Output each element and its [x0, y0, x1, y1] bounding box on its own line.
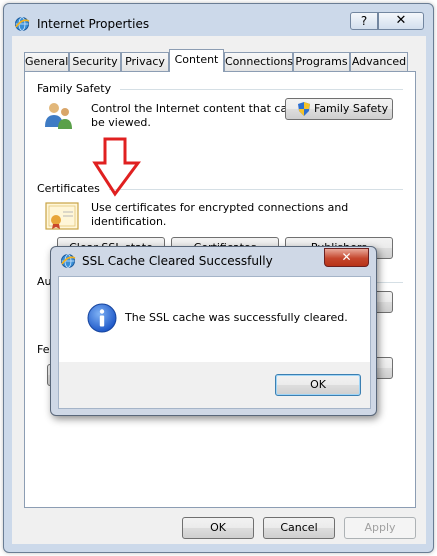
apply-button[interactable]: Apply	[344, 517, 416, 539]
title-bar: Internet Properties ? ✕	[4, 4, 433, 36]
family-safety-button[interactable]: Family Safety	[285, 98, 393, 120]
tab-advanced[interactable]: Advanced	[350, 52, 408, 71]
internet-explorer-icon	[15, 17, 30, 31]
dialog-close-button[interactable]: ✕	[324, 248, 369, 267]
dialog-title: SSL Cache Cleared Successfully	[82, 254, 273, 268]
window-title: Internet Properties	[37, 17, 150, 31]
tab-privacy[interactable]: Privacy	[121, 52, 169, 71]
family-safety-icon	[45, 103, 72, 129]
tab-connections[interactable]: Connections	[224, 52, 293, 71]
dialog-message-area: The SSL cache was successfully cleared.	[58, 276, 371, 362]
dialog-ok-button[interactable]: OK	[275, 374, 361, 396]
certificates-description: Use certificates for encrypted connectio…	[91, 201, 349, 228]
tab-security[interactable]: Security	[69, 52, 121, 71]
tab-general[interactable]: General	[24, 52, 69, 71]
annotation-arrow-icon	[92, 137, 141, 197]
tab-content[interactable]: Content	[169, 49, 224, 72]
ok-button[interactable]: OK	[182, 517, 254, 539]
certificates-divider	[109, 189, 403, 190]
dialog-message: The SSL cache was successfully cleared.	[125, 311, 348, 324]
internet-explorer-icon	[61, 254, 76, 268]
help-button[interactable]: ?	[350, 12, 378, 30]
family-safety-heading: Family Safety	[37, 82, 112, 95]
family-safety-button-label: Family Safety	[314, 102, 389, 115]
dialog-button-bar: OK	[58, 362, 371, 409]
shield-icon	[298, 102, 310, 116]
family-safety-description-line2: be viewed.	[91, 116, 151, 129]
tab-programs[interactable]: Programs	[293, 52, 350, 71]
ssl-cache-cleared-dialog: SSL Cache Cleared Successfully ✕ The SSL…	[50, 246, 377, 416]
close-button[interactable]: ✕	[378, 12, 424, 30]
certificate-icon	[45, 202, 79, 230]
certificates-heading: Certificates	[37, 182, 100, 195]
cancel-button[interactable]: Cancel	[263, 517, 335, 539]
family-safety-divider	[120, 89, 403, 90]
family-safety-description-line1: Control the Internet content that can	[91, 102, 295, 115]
info-icon	[87, 303, 117, 333]
